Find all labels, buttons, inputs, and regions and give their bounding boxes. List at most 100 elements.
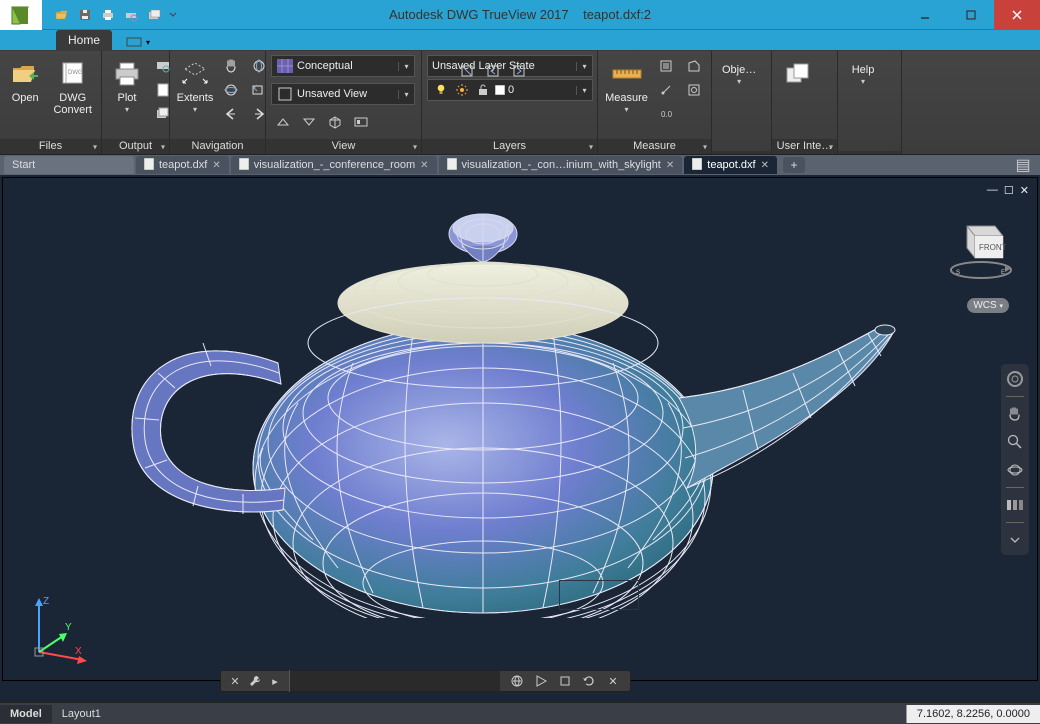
ribbon-extra-button[interactable]: ▾ xyxy=(120,34,156,50)
viewcube[interactable]: S E FRONT xyxy=(941,208,1021,288)
plot-icon[interactable] xyxy=(98,5,118,25)
dwg-file-icon xyxy=(144,158,154,173)
help-button[interactable]: Help ▾ xyxy=(843,55,883,89)
navbar-expand-icon[interactable] xyxy=(1004,529,1026,551)
wcs-badge[interactable]: WCS ▾ xyxy=(967,298,1009,313)
plot-button[interactable]: Plot ▾ xyxy=(107,55,147,117)
viewport-minimize-icon[interactable]: — xyxy=(987,184,998,197)
panel-view-label[interactable]: View▾ xyxy=(266,139,421,154)
orbit-icon[interactable] xyxy=(219,79,243,101)
area-icon[interactable] xyxy=(682,55,706,77)
layer-tools-icon[interactable] xyxy=(507,60,531,82)
cmd-chevron-icon[interactable]: ▸ xyxy=(267,673,283,689)
document-tabs-row: Start teapot.dxf✕ visualization_-_confer… xyxy=(0,155,1040,175)
cmd-close-icon[interactable]: ✕ xyxy=(227,673,243,689)
rewind-icon[interactable] xyxy=(1004,494,1026,516)
tab-close-icon[interactable]: ✕ xyxy=(666,160,674,171)
back-icon[interactable] xyxy=(219,103,243,125)
dwg-convert-button[interactable]: DWG DWG Convert xyxy=(49,55,96,119)
svg-text:E: E xyxy=(1001,270,1005,276)
panel-obj-label xyxy=(712,151,771,154)
ribbon-tabs-row: Home ▾ xyxy=(0,30,1040,51)
start-tab[interactable]: Start xyxy=(4,156,134,174)
model-tab[interactable]: Model xyxy=(0,705,52,723)
visual-style-dropdown[interactable]: Conceptual▾ xyxy=(271,55,415,77)
panel-measure-label[interactable]: Measure▾ xyxy=(598,139,711,154)
new-tab-button[interactable]: + xyxy=(783,157,805,173)
window-controls xyxy=(902,0,1040,30)
svg-text:Z: Z xyxy=(43,596,49,607)
quick-access-toolbar xyxy=(46,5,179,25)
layer-states-icon[interactable] xyxy=(455,60,479,82)
tab-close-icon[interactable]: ✕ xyxy=(761,160,769,171)
viewport[interactable]: — ☐ ✕ S E FRONT WCS ▾ xyxy=(2,177,1038,681)
close-button[interactable] xyxy=(994,0,1040,30)
view-iso-icon[interactable] xyxy=(323,111,347,133)
tab-close-icon[interactable]: ✕ xyxy=(420,160,428,171)
command-input[interactable] xyxy=(290,671,500,691)
measure-button[interactable]: Measure ▾ xyxy=(603,55,650,117)
cmd-clear-icon[interactable]: ✕ xyxy=(604,672,622,690)
tab-close-icon[interactable]: ✕ xyxy=(212,160,220,171)
model-space-icon[interactable] xyxy=(508,672,526,690)
plot-preview-icon[interactable] xyxy=(121,5,141,25)
view-bottom-icon[interactable] xyxy=(297,111,321,133)
save-icon[interactable] xyxy=(75,5,95,25)
view-top-icon[interactable] xyxy=(271,111,295,133)
panel-ui: User Inte…▾ xyxy=(772,51,838,154)
minimize-button[interactable] xyxy=(902,0,948,30)
orbit-nav-icon[interactable] xyxy=(1004,459,1026,481)
panel-files-label[interactable]: Files▾ xyxy=(0,139,101,154)
list-icon[interactable] xyxy=(654,55,678,77)
qat-dropdown-icon[interactable] xyxy=(167,5,179,25)
current-layer-dropdown[interactable]: 0▾ xyxy=(427,79,593,101)
panel-output-label[interactable]: Output▾ xyxy=(102,139,169,154)
maximize-button[interactable] xyxy=(948,0,994,30)
ruler-icon xyxy=(611,58,643,90)
massprop-icon[interactable] xyxy=(682,79,706,101)
pan-icon[interactable] xyxy=(219,55,243,77)
doc-tab[interactable]: visualization_-_conference_room✕ xyxy=(231,156,437,174)
play-icon[interactable] xyxy=(532,672,550,690)
viewport-maximize-icon[interactable]: ☐ xyxy=(1004,184,1014,197)
open-icon[interactable] xyxy=(52,5,72,25)
doc-tabs-menu-icon[interactable]: ▤ xyxy=(1012,157,1034,173)
view-icon xyxy=(276,85,294,103)
viewport-close-icon[interactable]: ✕ xyxy=(1020,184,1029,197)
wheel-icon[interactable] xyxy=(1004,368,1026,390)
panel-object-snap: Obje… ▾ xyxy=(712,51,772,154)
stop-icon[interactable] xyxy=(556,672,574,690)
cmd-wrench-icon[interactable] xyxy=(247,673,263,689)
tab-home[interactable]: Home xyxy=(56,30,112,50)
palette-icon xyxy=(782,58,814,90)
panel-layers-label[interactable]: Layers▾ xyxy=(422,139,597,154)
id-point-icon[interactable] xyxy=(654,79,678,101)
svg-text:0.0: 0.0 xyxy=(661,110,673,119)
dwg-file-icon xyxy=(239,158,249,173)
named-view-dropdown[interactable]: Unsaved View▾ xyxy=(271,83,415,105)
panel-measure: Measure ▾ 0.0 Measure▾ xyxy=(598,51,712,154)
refresh-icon[interactable] xyxy=(580,672,598,690)
units-icon[interactable]: 0.0 xyxy=(654,103,678,125)
plot-printer-icon xyxy=(111,58,143,90)
pan-hand-icon[interactable] xyxy=(1004,403,1026,425)
doc-tab[interactable]: teapot.dxf✕ xyxy=(136,156,229,174)
panel-help-label xyxy=(838,151,901,154)
publish-icon[interactable] xyxy=(144,5,164,25)
ribbon-body: Open DWG DWG Convert Files▾ Plot ▾ Outpu… xyxy=(0,51,1040,155)
panel-ui-label[interactable]: User Inte…▾ xyxy=(772,139,837,154)
user-interface-button[interactable] xyxy=(777,55,819,95)
view-manager-icon[interactable] xyxy=(349,111,373,133)
ground-shadow-rect xyxy=(559,580,639,610)
app-logo[interactable] xyxy=(0,0,42,30)
doc-tab-active[interactable]: teapot.dxf✕ xyxy=(684,156,777,174)
extents-button[interactable]: Extents ▾ xyxy=(175,55,215,117)
doc-tab[interactable]: visualization_-_con…inium_with_skylight✕ xyxy=(439,156,683,174)
object-snap-button[interactable]: Obje… ▾ xyxy=(717,55,761,89)
layout1-tab[interactable]: Layout1 xyxy=(52,705,111,723)
zoom-icon[interactable] xyxy=(1004,431,1026,453)
open-button[interactable]: Open xyxy=(5,55,45,107)
extents-icon xyxy=(179,58,211,90)
layer-previous-icon[interactable] xyxy=(481,60,505,82)
open-folder-icon xyxy=(9,58,41,90)
